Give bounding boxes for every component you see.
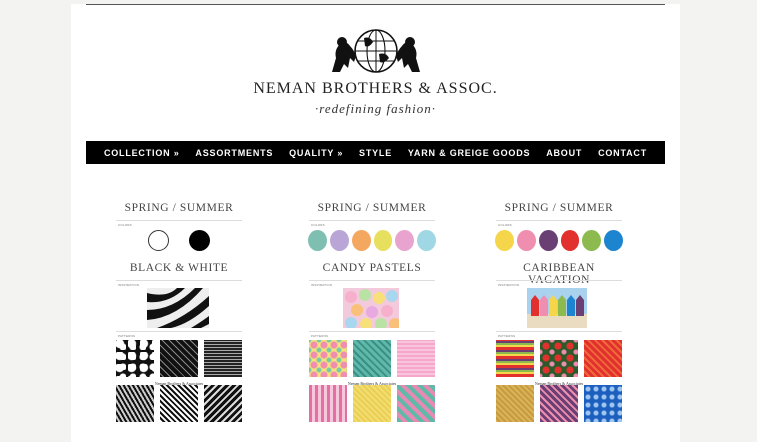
- pattern-swatch[interactable]: [397, 340, 435, 377]
- pattern-swatch[interactable]: [353, 385, 391, 422]
- colors-label: COLORS: [311, 223, 325, 227]
- inspiration-label: INSPIRATION: [118, 283, 140, 287]
- colors-label: COLORS: [118, 223, 132, 227]
- colors-label: COLORS: [498, 223, 512, 227]
- nav-quality[interactable]: QUALITY »: [289, 148, 343, 158]
- inspiration-image: [343, 288, 399, 328]
- inspiration-image: [527, 288, 587, 328]
- color-swatch: [188, 230, 210, 251]
- board-name: BLACK & WHITE: [129, 262, 229, 274]
- board-divider: [309, 331, 435, 332]
- board-divider: [116, 280, 242, 281]
- color-swatches: [114, 230, 244, 251]
- board-caribbean-vacation[interactable]: SPRING / SUMMER COLORS CARIBBEAN VACATIO…: [494, 200, 624, 422]
- board-divider: [309, 280, 435, 281]
- pattern-swatch[interactable]: [496, 340, 534, 377]
- pattern-swatch[interactable]: [309, 385, 347, 422]
- board-caption: Neman Brothers & Associates: [154, 381, 204, 386]
- color-swatches: [307, 230, 437, 251]
- pattern-swatch[interactable]: [496, 385, 534, 422]
- color-swatch: [330, 230, 349, 251]
- nav-about[interactable]: ABOUT: [546, 148, 582, 158]
- pattern-swatch[interactable]: [204, 385, 242, 422]
- brand-tagline: ·redefining fashion·: [315, 101, 436, 116]
- board-season: SPRING / SUMMER: [317, 202, 427, 214]
- top-divider: [86, 4, 665, 5]
- board-season: SPRING / SUMMER: [504, 202, 614, 214]
- board-season: SPRING / SUMMER: [124, 202, 234, 214]
- patterns-label: PATTERNS: [311, 334, 329, 338]
- nav-yarn-greige-goods[interactable]: YARN & GREIGE GOODS: [408, 148, 530, 158]
- board-divider: [496, 220, 622, 221]
- color-swatch: [517, 230, 536, 251]
- board-caption: Neman Brothers & Associates: [347, 381, 397, 386]
- main-nav: COLLECTION » ASSORTMENTS QUALITY » STYLE…: [86, 141, 665, 164]
- color-swatch: [308, 230, 328, 251]
- color-swatch: [538, 230, 558, 251]
- board-caption: Neman Brothers & Associates: [534, 381, 584, 386]
- patterns-label: PATTERNS: [118, 334, 136, 338]
- pattern-swatch[interactable]: [584, 340, 622, 377]
- color-swatch: [395, 230, 414, 251]
- nav-contact[interactable]: CONTACT: [598, 148, 647, 158]
- nav-collection[interactable]: COLLECTION »: [104, 148, 180, 158]
- board-name: CANDY PASTELS: [322, 262, 422, 274]
- board-divider: [116, 331, 242, 332]
- board-divider: [496, 331, 622, 332]
- color-swatch: [416, 230, 436, 251]
- board-candy-pastels[interactable]: SPRING / SUMMER COLORS CANDY PASTELS INS…: [307, 200, 437, 422]
- pattern-swatch[interactable]: [116, 385, 154, 422]
- board-divider: [309, 220, 435, 221]
- board-black-white[interactable]: SPRING / SUMMER COLORS BLACK & WHITE INS…: [114, 200, 244, 422]
- color-swatch: [603, 230, 623, 251]
- nav-assortments[interactable]: ASSORTMENTS: [195, 148, 273, 158]
- color-swatch: [495, 230, 515, 251]
- inspiration-label: INSPIRATION: [311, 283, 333, 287]
- pattern-swatch[interactable]: [584, 385, 622, 422]
- pattern-swatch[interactable]: [540, 385, 578, 422]
- board-divider: [496, 280, 622, 281]
- pattern-swatch[interactable]: [204, 340, 242, 377]
- inspiration-image: [147, 288, 209, 328]
- globe-with-lions-icon[interactable]: [326, 28, 426, 74]
- color-swatch: [560, 230, 580, 251]
- pattern-swatch[interactable]: [309, 340, 347, 377]
- pattern-swatch[interactable]: [353, 340, 391, 377]
- inspiration-label: INSPIRATION: [498, 283, 520, 287]
- page-container: NEMAN BROTHERS & ASSOC. ·redefining fash…: [71, 4, 680, 442]
- color-swatch: [351, 230, 371, 251]
- brand-name: NEMAN BROTHERS & ASSOC.: [253, 80, 498, 97]
- pattern-swatch[interactable]: [397, 385, 435, 422]
- color-swatches: [494, 230, 624, 251]
- pattern-swatch[interactable]: [160, 385, 198, 422]
- pattern-swatch[interactable]: [116, 340, 154, 377]
- board-divider: [116, 220, 242, 221]
- patterns-label: PATTERNS: [498, 334, 516, 338]
- nav-style[interactable]: STYLE: [359, 148, 392, 158]
- color-swatch: [582, 230, 601, 251]
- pattern-swatch[interactable]: [540, 340, 578, 377]
- color-swatch: [373, 230, 393, 251]
- color-swatch: [148, 230, 170, 251]
- pattern-swatch[interactable]: [160, 340, 198, 377]
